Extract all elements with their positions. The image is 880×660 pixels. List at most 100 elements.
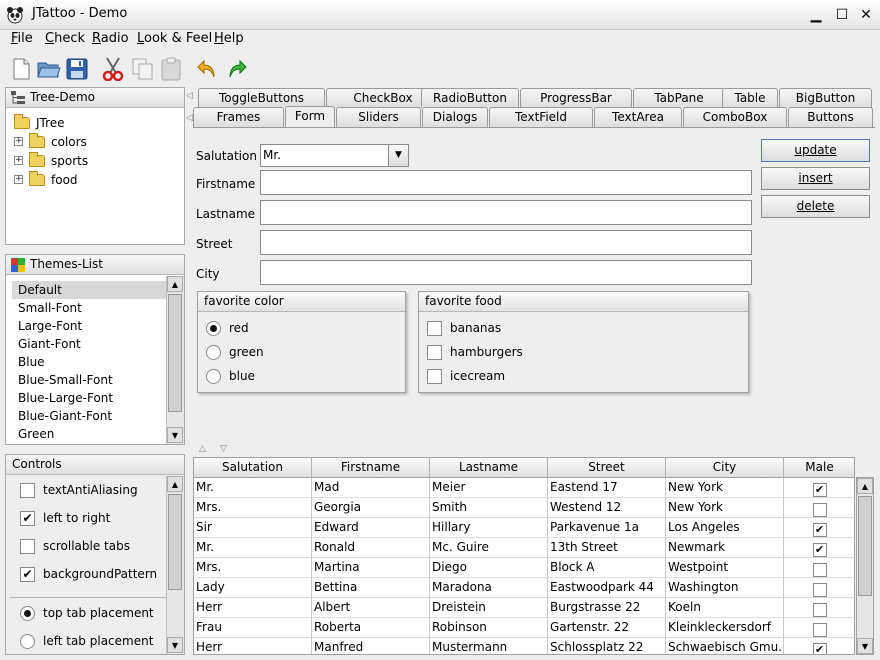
theme-list-item[interactable]: Small-Font — [12, 299, 166, 317]
open-folder-icon[interactable] — [36, 56, 62, 82]
theme-list-item[interactable]: Giant-Font — [12, 335, 166, 353]
copy-icon[interactable] — [130, 56, 156, 82]
themes-scrollbar[interactable]: ▲ ▼ — [166, 276, 184, 444]
table-cell[interactable]: Westend 12 — [548, 498, 666, 518]
table-cell[interactable]: 13th Street — [548, 538, 666, 558]
table-cell[interactable]: Newmark — [666, 538, 784, 558]
scroll-thumb[interactable] — [168, 494, 182, 590]
food-option[interactable]: hamburgers — [427, 342, 523, 362]
theme-list-item[interactable]: Blue-Giant-Font — [12, 407, 166, 425]
male-checkbox[interactable]: ✔ — [812, 482, 827, 497]
radio-button[interactable] — [206, 320, 221, 336]
checkbox[interactable] — [427, 344, 442, 360]
table-cell[interactable]: Albert — [312, 598, 430, 618]
tab-buttons[interactable]: Buttons — [788, 107, 873, 127]
control-checkbox-row[interactable]: ✔ left to right — [20, 507, 110, 529]
table-cell[interactable]: Ronald — [312, 538, 430, 558]
table-cell[interactable]: Roberta — [312, 618, 430, 638]
table-cell[interactable]: Manfred — [312, 638, 430, 654]
table-cell[interactable]: Herr — [194, 598, 312, 618]
table-cell[interactable]: New York — [666, 498, 784, 518]
table-cell[interactable]: Maradona — [430, 578, 548, 598]
checkbox[interactable]: ✔ — [20, 510, 35, 526]
city-field[interactable] — [260, 260, 752, 285]
checkbox[interactable] — [427, 320, 442, 336]
new-file-icon[interactable] — [8, 56, 34, 82]
table-cell[interactable]: Mustermann — [430, 638, 548, 654]
table-cell[interactable]: Bettina — [312, 578, 430, 598]
scroll-up-icon[interactable]: ▲ — [857, 478, 873, 494]
tree-node-colors[interactable]: + colors — [14, 132, 87, 151]
tab-progressbar[interactable]: ProgressBar — [520, 88, 632, 108]
table-cell[interactable]: Burgstrasse 22 — [548, 598, 666, 618]
tab-textfield[interactable]: TextField — [489, 107, 593, 127]
salutation-combobox[interactable]: Mr. ▼ — [260, 144, 409, 167]
table-cell[interactable]: Schlossplatz 22 — [548, 638, 666, 654]
update-button[interactable]: update — [761, 139, 870, 162]
save-icon[interactable] — [64, 56, 90, 82]
tab-scroll-left-icon[interactable]: ◁ — [186, 113, 193, 123]
control-checkbox-row[interactable]: ✔ backgroundPattern — [20, 563, 157, 585]
table-cell[interactable]: Meier — [430, 478, 548, 498]
table-cell[interactable]: Robinson — [430, 618, 548, 638]
food-option[interactable]: icecream — [427, 366, 505, 386]
table-cell[interactable]: Washington — [666, 578, 784, 598]
redo-icon[interactable] — [224, 56, 250, 82]
table-cell[interactable]: Lady — [194, 578, 312, 598]
split-down-icon[interactable]: ▽ — [220, 444, 227, 454]
checkbox[interactable] — [20, 482, 35, 498]
theme-list-item[interactable]: Default — [12, 281, 166, 299]
table-cell[interactable]: Schwaebisch Gmu... — [666, 638, 784, 654]
column-header-city[interactable]: City — [666, 458, 784, 478]
lastname-field[interactable] — [260, 200, 752, 225]
tab-tabpane[interactable]: TabPane — [633, 88, 725, 108]
table-cell[interactable]: Block A — [548, 558, 666, 578]
menu-file[interactable]: File — [11, 31, 33, 46]
table-cell[interactable]: Edward — [312, 518, 430, 538]
checkbox[interactable]: ✔ — [20, 566, 35, 582]
table-cell[interactable]: Herr — [194, 638, 312, 654]
table-cell[interactable]: Kleinkleckersdorf — [666, 618, 784, 638]
table-cell[interactable]: Parkavenue 1a — [548, 518, 666, 538]
controls-scrollbar[interactable]: ▲ ▼ — [166, 476, 184, 654]
male-checkbox[interactable] — [812, 562, 827, 577]
tab-bigbutton[interactable]: BigButton — [779, 88, 872, 108]
title-bar[interactable]: JTattoo - Demo ▁ ☐ ✕ — [0, 0, 880, 30]
close-button[interactable]: ✕ — [856, 5, 876, 25]
checkbox[interactable] — [427, 368, 442, 384]
table-cell[interactable]: Los Angeles — [666, 518, 784, 538]
table-cell[interactable]: New York — [666, 478, 784, 498]
theme-list-item[interactable]: Green — [12, 425, 166, 443]
insert-button[interactable]: insert — [761, 167, 870, 190]
table-cell[interactable]: Westpoint — [666, 558, 784, 578]
column-header-firstname[interactable]: Firstname — [312, 458, 430, 478]
scroll-thumb[interactable] — [168, 294, 182, 412]
food-option[interactable]: bananas — [427, 318, 501, 338]
male-checkbox[interactable] — [812, 622, 827, 637]
menu-radio[interactable]: Radio — [92, 31, 129, 46]
control-checkbox-row[interactable]: scrollable tabs — [20, 535, 130, 557]
column-header-lastname[interactable]: Lastname — [430, 458, 548, 478]
expand-icon[interactable]: + — [14, 137, 23, 146]
table-cell[interactable]: Hillary — [430, 518, 548, 538]
tab-sliders[interactable]: Sliders — [336, 107, 421, 127]
paste-icon[interactable] — [158, 56, 184, 82]
tab-togglebuttons[interactable]: ToggleButtons — [198, 88, 325, 108]
table-cell[interactable]: Gartenstr. 22 — [548, 618, 666, 638]
radio-button[interactable] — [206, 344, 221, 360]
tree-node-sports[interactable]: + sports — [14, 151, 88, 170]
menu-check[interactable]: Check — [45, 31, 85, 46]
firstname-field[interactable] — [260, 170, 752, 195]
male-checkbox[interactable]: ✔ — [812, 642, 827, 654]
maximize-button[interactable]: ☐ — [832, 5, 852, 25]
column-header-salutation[interactable]: Salutation — [194, 458, 312, 478]
table-cell[interactable]: Frau — [194, 618, 312, 638]
male-checkbox[interactable]: ✔ — [812, 522, 827, 537]
chevron-down-icon[interactable]: ▼ — [388, 145, 408, 166]
tab-textarea[interactable]: TextArea — [594, 107, 682, 127]
tab-dialogs[interactable]: Dialogs — [422, 107, 488, 127]
table-cell[interactable]: Mr. — [194, 478, 312, 498]
male-checkbox[interactable] — [812, 602, 827, 617]
undo-icon[interactable] — [194, 56, 220, 82]
street-field[interactable] — [260, 230, 752, 255]
